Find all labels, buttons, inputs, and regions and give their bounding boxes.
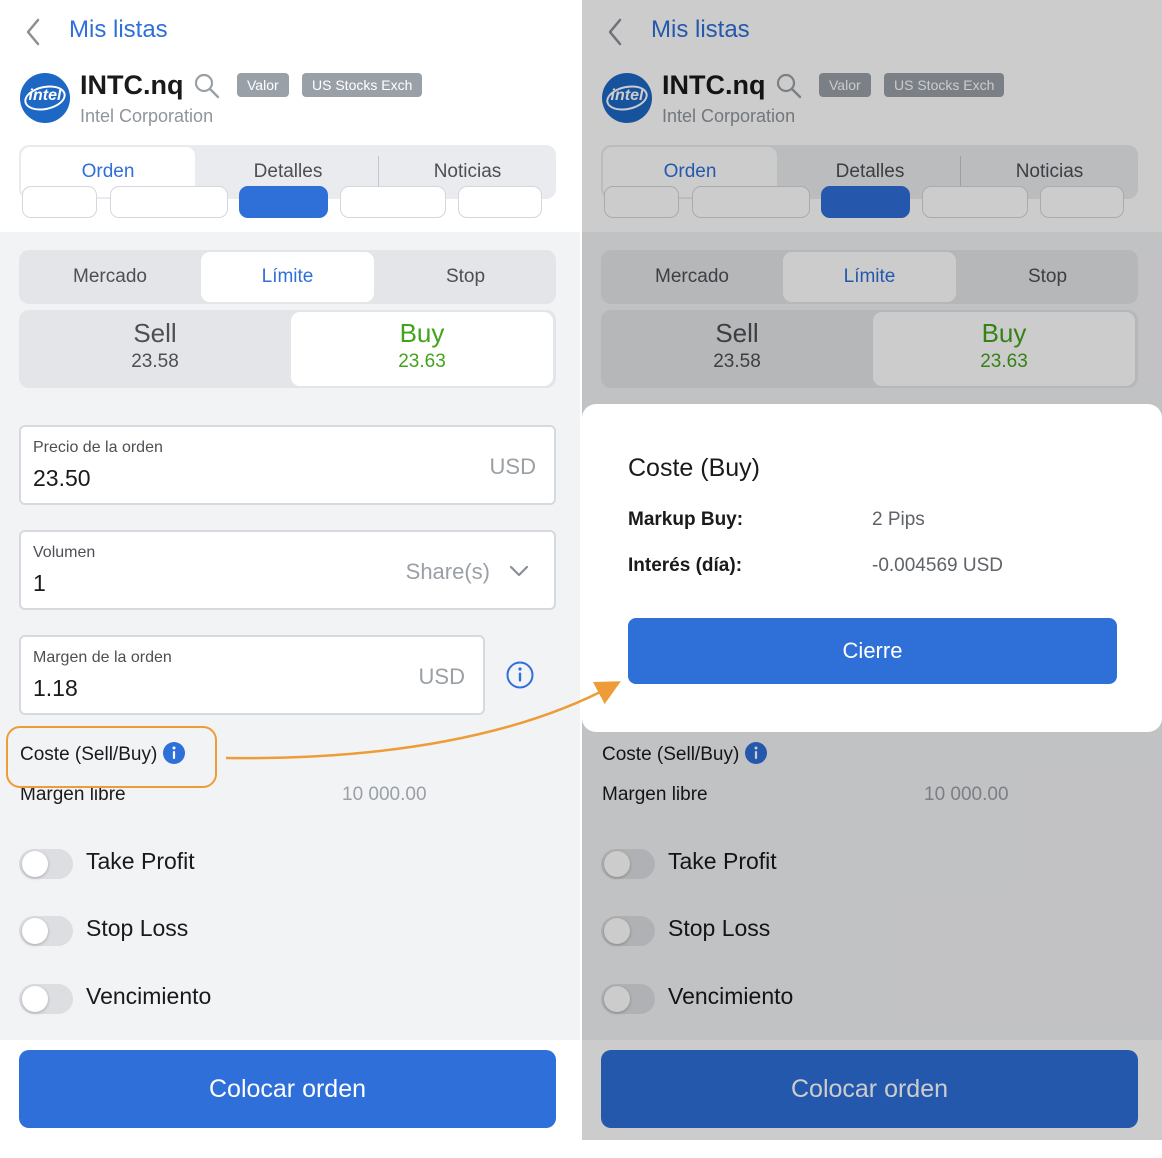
chip-row xyxy=(0,186,580,222)
chip[interactable] xyxy=(110,186,228,218)
order-form: Mercado Límite Stop Sell 23.58 Buy 23.63… xyxy=(0,232,580,1040)
markup-value: 2 Pips xyxy=(872,509,925,530)
volume-field[interactable]: Volumen 1 Share(s) xyxy=(19,530,556,610)
volume-label: Volumen xyxy=(33,544,96,561)
free-margin-value: 10 000.00 xyxy=(342,784,427,805)
chip[interactable] xyxy=(340,186,446,218)
take-profit-label: Take Profit xyxy=(86,848,195,874)
buy-label: Buy xyxy=(399,318,445,348)
place-order-button[interactable]: Colocar orden xyxy=(19,1050,556,1128)
order-margin-unit: USD xyxy=(418,664,465,689)
info-icon[interactable] xyxy=(505,660,535,690)
chip[interactable] xyxy=(458,186,542,218)
order-price-value[interactable]: 23.50 xyxy=(33,465,91,492)
tab-limite[interactable]: Límite xyxy=(201,252,374,302)
free-margin-label: Margen libre xyxy=(20,784,126,805)
order-price-unit: USD xyxy=(489,454,536,479)
order-price-field[interactable]: Precio de la orden 23.50 USD xyxy=(19,425,556,505)
sell-button[interactable]: Sell 23.58 xyxy=(21,312,289,386)
chip[interactable] xyxy=(22,186,97,218)
chevron-left-icon[interactable] xyxy=(20,14,48,50)
take-profit-toggle[interactable] xyxy=(19,849,73,879)
badge-exchange: US Stocks Exch xyxy=(302,73,423,97)
order-margin-label: Margen de la orden xyxy=(33,649,172,666)
interest-value: -0.004569 USD xyxy=(872,555,1003,576)
expiration-label: Vencimiento xyxy=(86,983,212,1009)
cost-modal: Coste (Buy) Markup Buy: 2 Pips Interés (… xyxy=(582,404,1162,732)
sell-label: Sell xyxy=(133,318,177,348)
modal-title: Coste (Buy) xyxy=(628,454,760,482)
symbol-title: INTC.nq xyxy=(80,70,184,100)
tab-mercado[interactable]: Mercado xyxy=(21,252,199,302)
order-screen-with-cost-modal: Mis listas intel INTC.nq Valor US Stocks… xyxy=(582,0,1162,1140)
info-icon[interactable] xyxy=(163,742,186,764)
badge-type: Valor xyxy=(237,73,289,97)
order-margin-value: 1.18 xyxy=(33,675,78,701)
order-price-label: Precio de la orden xyxy=(33,439,163,456)
close-button[interactable]: Cierre xyxy=(628,618,1117,684)
volume-unit: Share(s) xyxy=(405,559,490,584)
volume-value[interactable]: 1 xyxy=(33,570,46,597)
buy-price: 23.63 xyxy=(398,351,446,372)
stop-loss-label: Stop Loss xyxy=(86,915,189,941)
tab-stop[interactable]: Stop xyxy=(377,252,554,302)
interest-label: Interés (día): xyxy=(628,555,743,576)
stop-loss-toggle[interactable] xyxy=(19,916,73,946)
chevron-down-icon[interactable] xyxy=(508,560,530,582)
search-icon[interactable] xyxy=(193,72,221,100)
buy-button[interactable]: Buy 23.63 xyxy=(291,312,553,386)
expiration-toggle[interactable] xyxy=(19,984,73,1014)
back-link[interactable]: Mis listas xyxy=(69,16,168,44)
order-screen: Mis listas intel INTC.nq Valor US Stocks… xyxy=(0,0,580,1140)
company-name: Intel Corporation xyxy=(80,106,214,126)
order-margin-field: Margen de la orden 1.18 USD xyxy=(19,635,485,715)
intel-logo: intel xyxy=(20,73,70,123)
chip-active[interactable] xyxy=(239,186,328,218)
sell-price: 23.58 xyxy=(131,351,179,372)
order-type-tabs: Mercado Límite Stop xyxy=(19,250,556,304)
cost-label: Coste (Sell/Buy) xyxy=(20,744,158,765)
header: Mis listas intel INTC.nq Valor US Stocks… xyxy=(0,0,580,232)
cost-row[interactable]: Coste (Sell/Buy) xyxy=(20,742,186,766)
side-selector: Sell 23.58 Buy 23.63 xyxy=(19,310,556,388)
markup-label: Markup Buy: xyxy=(628,509,744,530)
